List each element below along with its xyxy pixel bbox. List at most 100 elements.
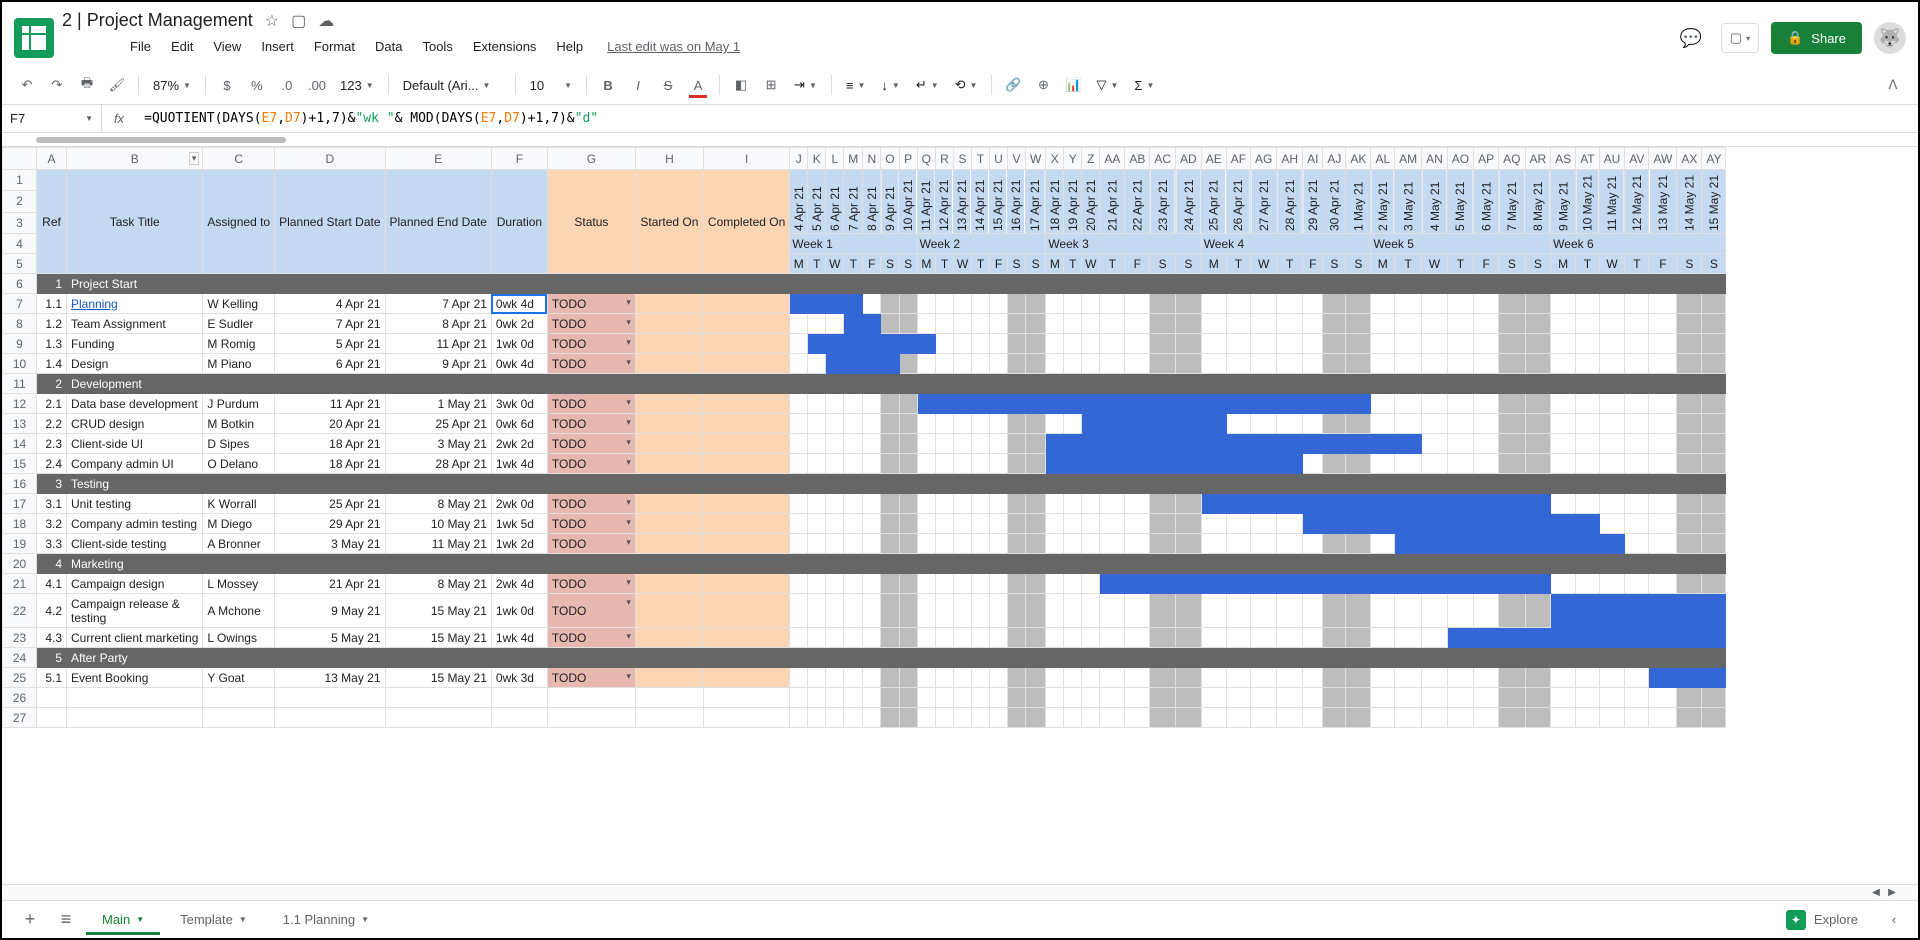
gantt-cell[interactable] [899,594,917,628]
gantt-cell[interactable] [881,494,899,514]
gantt-cell[interactable] [953,574,971,594]
gantt-cell[interactable] [1395,354,1422,374]
task-ref[interactable]: 3.1 [37,494,67,514]
gantt-cell[interactable] [953,594,971,628]
gantt-cell[interactable] [1525,354,1551,374]
gantt-cell[interactable] [899,414,917,434]
gantt-cell[interactable] [1625,668,1649,688]
gantt-cell[interactable] [863,414,881,434]
gantt-cell[interactable] [1499,594,1525,628]
gantt-cell[interactable] [1395,334,1422,354]
gantt-cell[interactable] [1201,494,1226,514]
gantt-cell[interactable] [826,454,844,474]
gantt-cell[interactable] [1677,414,1702,434]
gantt-cell[interactable] [881,534,899,554]
gantt-cell[interactable] [1064,534,1082,554]
gantt-cell[interactable] [1371,314,1395,334]
task-pend[interactable]: 15 May 21 [385,668,491,688]
row-header[interactable]: 18 [3,514,37,534]
gantt-cell[interactable] [1064,454,1082,474]
gantt-cell[interactable] [1201,434,1226,454]
gantt-cell[interactable] [971,454,989,474]
gantt-cell[interactable] [1125,574,1150,594]
gantt-cell[interactable] [953,394,971,414]
gantt-cell[interactable] [989,668,1007,688]
gantt-cell[interactable] [1323,514,1346,534]
gantt-cell[interactable] [1499,668,1525,688]
gantt-cell[interactable] [1323,628,1346,648]
row-header[interactable]: 20 [3,554,37,574]
gantt-cell[interactable] [1025,414,1045,434]
col-scroll-thumb[interactable] [36,137,286,143]
task-assigned[interactable]: Y Goat [203,668,275,688]
menu-tools[interactable]: Tools [414,35,460,58]
gantt-cell[interactable] [844,574,863,594]
col-header[interactable]: B [67,148,203,170]
gantt-cell[interactable] [1201,454,1226,474]
gantt-cell[interactable] [1346,314,1371,334]
task-pend[interactable]: 11 May 21 [385,534,491,554]
gantt-cell[interactable] [1226,414,1250,434]
gantt-cell[interactable] [1201,534,1226,554]
task-title[interactable]: Event Booking [67,668,203,688]
gantt-cell[interactable] [953,494,971,514]
col-header[interactable]: C [203,148,275,170]
gantt-cell[interactable] [971,668,989,688]
h-align-select[interactable]: ≡▼ [840,78,872,93]
gantt-cell[interactable] [1447,434,1473,454]
gantt-cell[interactable] [1525,628,1551,648]
gantt-cell[interactable] [1474,334,1499,354]
gantt-cell[interactable] [1125,594,1150,628]
gantt-cell[interactable] [1150,314,1176,334]
task-assigned[interactable]: M Diego [203,514,275,534]
gantt-cell[interactable] [935,594,953,628]
gantt-cell[interactable] [1599,668,1625,688]
gantt-cell[interactable] [1649,628,1677,648]
gantt-cell[interactable] [1422,434,1448,454]
gantt-cell[interactable] [1551,354,1576,374]
gantt-cell[interactable] [1303,668,1323,688]
gantt-cell[interactable] [953,534,971,554]
gantt-cell[interactable] [1100,534,1125,554]
gantt-cell[interactable] [1499,354,1525,374]
gantt-cell[interactable] [1007,668,1025,688]
side-panel-toggle[interactable]: ‹ [1882,908,1906,932]
col-header[interactable]: R [935,148,953,170]
comment-icon[interactable]: ⊕ [1030,72,1056,98]
gantt-cell[interactable] [1201,594,1226,628]
gantt-cell[interactable] [1025,354,1045,374]
gantt-cell[interactable] [1007,294,1025,314]
task-ref[interactable]: 4.2 [37,594,67,628]
gantt-cell[interactable] [1046,494,1064,514]
gantt-cell[interactable] [953,514,971,534]
star-icon[interactable]: ☆ [265,11,279,31]
gantt-cell[interactable] [1551,414,1576,434]
task-started[interactable] [635,314,703,334]
name-box[interactable]: F7▼ [2,105,102,132]
gantt-cell[interactable] [1125,454,1150,474]
gantt-cell[interactable] [1677,574,1702,594]
task-duration[interactable]: 3wk 0d [491,394,547,414]
task-title[interactable]: Campaign release &testing [67,594,203,628]
task-pend[interactable]: 1 May 21 [385,394,491,414]
gantt-cell[interactable] [1551,668,1576,688]
gantt-cell[interactable] [1201,314,1226,334]
gantt-cell[interactable] [1082,594,1100,628]
gantt-cell[interactable] [899,668,917,688]
gantt-cell[interactable] [1649,334,1677,354]
task-title[interactable]: Team Assignment [67,314,203,334]
gantt-cell[interactable] [1226,434,1250,454]
gantt-cell[interactable] [844,294,863,314]
gantt-cell[interactable] [1474,454,1499,474]
gantt-cell[interactable] [1100,354,1125,374]
gantt-cell[interactable] [1251,314,1277,334]
gantt-cell[interactable] [1176,334,1202,354]
gantt-cell[interactable] [899,534,917,554]
gantt-cell[interactable] [989,628,1007,648]
gantt-cell[interactable] [1251,594,1277,628]
task-assigned[interactable]: W Kelling [203,294,275,314]
gantt-cell[interactable] [1551,494,1576,514]
gantt-cell[interactable] [1025,294,1045,314]
gantt-cell[interactable] [826,668,844,688]
row-header[interactable]: 22 [3,594,37,628]
